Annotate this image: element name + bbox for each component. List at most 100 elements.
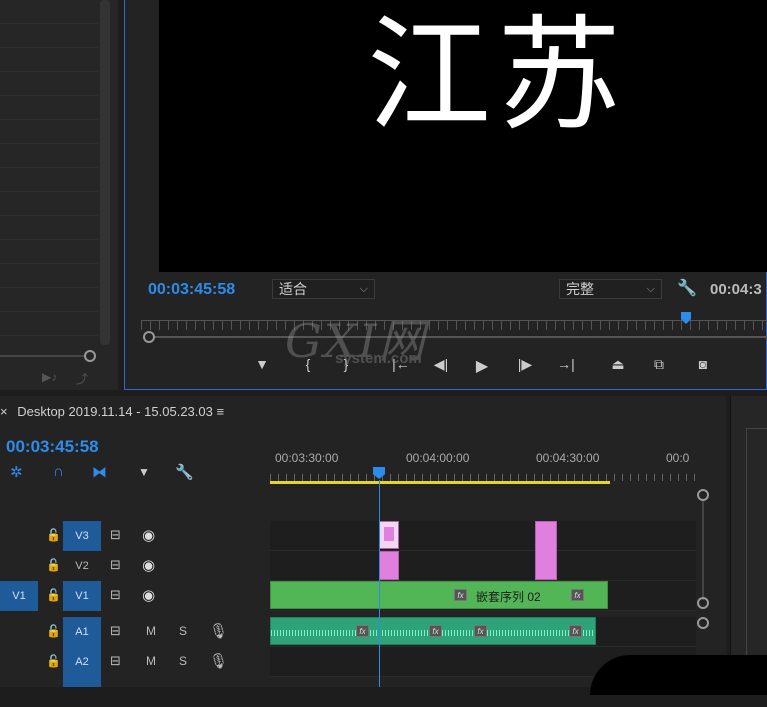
list-item[interactable] [0,24,98,48]
play-icon[interactable]: ▶ [471,356,493,376]
sync-lock-icon[interactable]: ⊟ [110,653,121,669]
lift-icon[interactable]: ⏏ [607,356,629,373]
nested-sequence-clip[interactable]: fx 嵌套序列 02 fx [270,581,608,609]
new-item-icon[interactable]: ⤴ [76,370,88,387]
eye-icon[interactable]: ◉ [142,556,155,574]
eye-icon[interactable]: ◉ [142,526,155,544]
list-item[interactable] [0,264,98,288]
fx-badge: fx [569,625,582,637]
list-item[interactable] [0,168,98,192]
step-forward-icon[interactable]: |▶ [514,356,536,373]
timeline-playhead-line [379,480,380,687]
list-item[interactable] [0,192,98,216]
graphic-clip[interactable] [535,521,557,580]
scroll-knob[interactable] [697,617,709,629]
solo-button[interactable]: S [179,624,187,638]
microphone-icon[interactable]: 🎙 [209,652,228,670]
quality-dropdown-value: 完整 [566,281,594,297]
audio-clip[interactable]: fx fx fx fx [270,617,596,645]
graphic-clip-thumb [384,527,394,541]
settings-wrench-icon[interactable]: 🔧 [677,278,697,298]
lock-icon[interactable]: 🔓 [46,528,61,542]
menu-icon[interactable]: ≡ [216,404,224,419]
list-item[interactable] [0,72,98,96]
sync-lock-icon[interactable]: ⊟ [110,557,121,573]
monitor-zoom-knob[interactable] [143,331,155,343]
zoom-slider-track[interactable] [0,355,86,357]
scroll-knob[interactable] [697,489,709,501]
track-label-v3[interactable]: V3 [63,521,101,551]
mute-button[interactable]: M [146,654,156,668]
list-item[interactable] [0,288,98,312]
track-header-a1: 🔓 A1 ⊟ M S 🎙 [0,617,270,647]
automate-sequence-icon[interactable]: ▶♪ [42,370,57,384]
work-area-bar[interactable] [270,481,610,484]
lock-icon[interactable]: 🔓 [46,654,61,668]
graphic-clip[interactable] [379,551,399,580]
sync-lock-icon[interactable]: ⊟ [110,623,121,639]
mute-button[interactable]: M [146,624,156,638]
scroll-knob[interactable] [697,597,709,609]
track-label-a1[interactable]: A1 [63,617,101,647]
sync-lock-icon[interactable]: ⊟ [110,587,121,603]
graphic-clip[interactable] [379,521,399,549]
video-frame: 江苏 [159,0,767,272]
close-icon[interactable]: × [0,404,8,419]
list-item[interactable] [0,96,98,120]
fx-badge: fx [429,625,442,637]
ruler-label: 00:04:30:00 [536,451,600,465]
overlay-corner [590,655,767,695]
frame-title-text: 江苏 [367,4,628,148]
eye-icon[interactable]: ◉ [142,586,155,604]
list-item[interactable] [0,48,98,72]
sequence-tab[interactable]: × Desktop 2019.11.14 - 15.05.23.03 ≡ [0,404,224,419]
fx-badge: fx [571,589,584,601]
timeline-settings-icon[interactable]: 🔧 [175,463,194,481]
track-label-v1[interactable]: V1 [63,581,101,611]
list-item[interactable] [0,144,98,168]
lock-icon[interactable]: 🔓 [46,558,61,572]
timeline-vertical-scroll[interactable] [702,500,704,600]
track-label-a2[interactable]: A2 [63,647,101,677]
audio-meter [746,428,767,687]
lock-icon[interactable]: 🔓 [46,624,61,638]
list-item[interactable] [0,312,98,336]
track-label-a3[interactable] [63,677,101,687]
program-monitor: 江苏 00:03:45:58 适合 ⌵ 完整 ⌵ 🔧 00:04:3 ▼ { }… [124,0,767,390]
track-lane-v3[interactable] [270,521,696,551]
go-to-out-icon[interactable]: →| [555,356,577,372]
program-timecode[interactable]: 00:03:45:58 [148,281,235,299]
track-label-v2[interactable]: V2 [63,551,101,581]
timeline-timecode[interactable]: 00:03:45:58 [6,437,99,457]
solo-button[interactable]: S [179,654,187,668]
camera-icon[interactable]: ◙ [692,356,714,372]
chevron-down-icon: ⌵ [359,283,368,295]
ruler-label: 00:04:00:00 [406,451,470,465]
add-marker-icon[interactable]: ▼ [138,465,150,479]
snap-magnet-icon[interactable]: ∩ [53,463,64,480]
list-item[interactable] [0,240,98,264]
marker-icon[interactable]: ▼ [251,356,273,372]
lock-icon[interactable]: 🔓 [46,588,61,602]
zoom-dropdown[interactable]: 适合 ⌵ [272,279,375,299]
zoom-slider-knob[interactable] [84,350,96,362]
timeline-ruler[interactable]: 00:03:30:00 00:04:00:00 00:04:30:00 00:0 [270,446,726,486]
monitor-time-ruler[interactable] [141,320,767,330]
ruler-label: 00:0 [666,451,690,465]
track-header-v3: 🔓 V3 ⊟ ◉ [0,521,270,551]
list-item[interactable] [0,120,98,144]
step-back-icon[interactable]: ◀| [430,356,452,373]
track-lane-v2[interactable] [270,551,696,581]
nest-icon[interactable]: ✲ [10,463,23,481]
microphone-icon[interactable]: 🎙 [209,622,228,640]
list-item[interactable] [0,0,98,24]
sync-lock-icon[interactable]: ⊟ [110,527,121,543]
monitor-zoom-bar[interactable] [153,336,767,338]
extract-icon[interactable]: ⧉ [648,356,670,373]
watermark-domain: system.com [335,350,422,367]
quality-dropdown[interactable]: 完整 ⌵ [559,279,662,299]
list-item[interactable] [0,216,98,240]
linked-selection-icon[interactable]: ⧓ [92,463,107,481]
project-scrollbar[interactable] [100,0,110,345]
source-patch-v1[interactable]: V1 [0,581,38,611]
